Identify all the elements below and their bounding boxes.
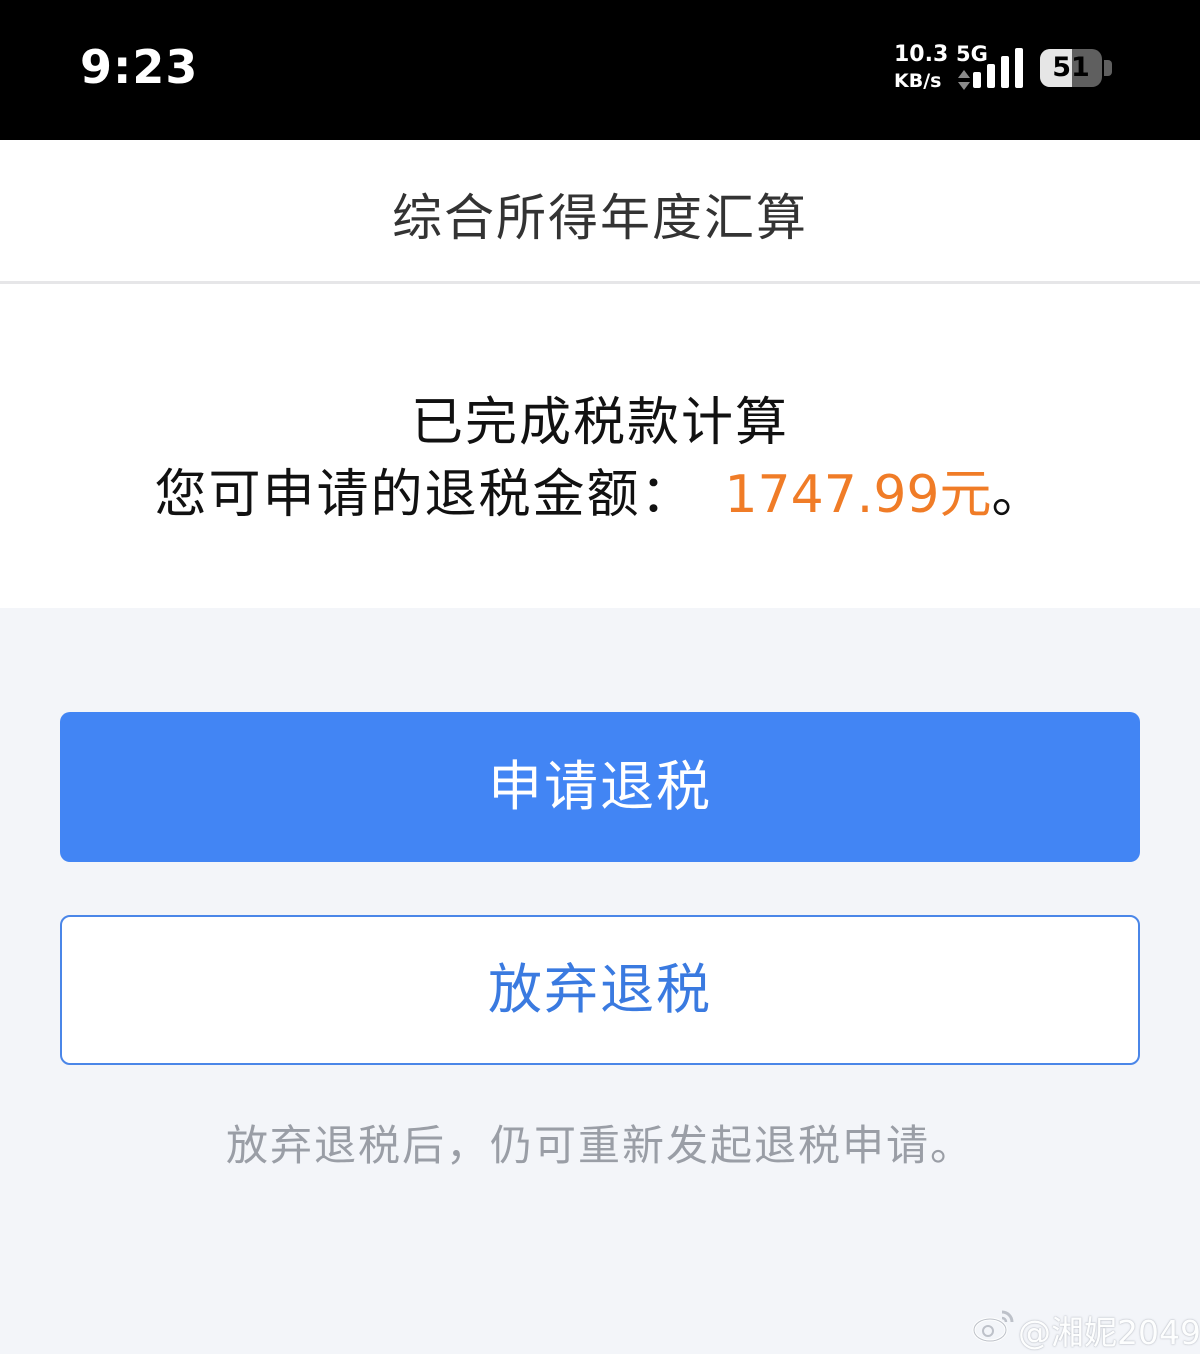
page-title: 综合所得年度汇算 xyxy=(392,189,808,247)
abandon-hint-text: 放弃退税后，仍可重新发起退税申请。 xyxy=(225,1121,974,1170)
refund-amount-label: 您可申请的退税金额： xyxy=(154,465,695,525)
status-bar: 9:23 10.3 KB/s 5G 51 xyxy=(0,0,1200,140)
watermark-text: @湘妮2049 xyxy=(1018,1313,1200,1352)
calculation-status-text: 已完成税款计算 xyxy=(410,393,789,453)
network-speed-value: 10.3 xyxy=(894,42,949,67)
refund-amount-suffix: 。 xyxy=(991,465,1046,525)
apply-refund-button[interactable]: 申请退税 xyxy=(60,712,1140,862)
status-time: 9:23 xyxy=(80,40,199,94)
network-speed-unit: KB/s xyxy=(894,70,942,92)
refund-amount-line: 您可申请的退税金额： 1747.99元。 xyxy=(0,452,1200,527)
battery-tip xyxy=(1104,60,1112,76)
watermark: @湘妮2049 xyxy=(972,1304,1200,1352)
signal-bars-icon xyxy=(973,48,1023,88)
abandon-refund-button[interactable]: 放弃退税 xyxy=(60,915,1140,1065)
network-speed: 10.3 KB/s xyxy=(894,42,954,94)
page-header: 综合所得年度汇算 xyxy=(0,140,1200,284)
weibo-logo-icon xyxy=(972,1310,1014,1343)
battery-percent: 51 xyxy=(1052,52,1090,83)
refund-amount-value: 1747.99元 xyxy=(724,465,992,525)
tax-result-panel: 已完成税款计算 您可申请的退税金额： 1747.99元。 xyxy=(0,284,1200,608)
data-activity-icon xyxy=(958,70,970,90)
battery-icon: 51 xyxy=(1040,49,1102,87)
